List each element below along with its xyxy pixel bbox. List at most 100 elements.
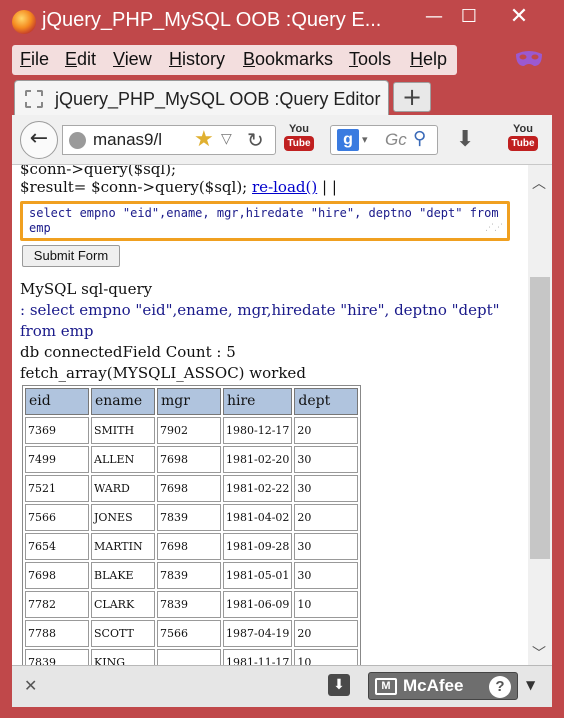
query-text[interactable]: select empno "eid",ename, mgr,hiredate "…: [29, 206, 499, 235]
query-textarea[interactable]: select empno "eid",ename, mgr,hiredate "…: [20, 201, 510, 241]
back-button[interactable]: ←: [20, 121, 58, 159]
table-cell-mgr: 7839: [157, 591, 221, 618]
download-icon[interactable]: ⬇: [456, 127, 474, 152]
submit-form-button[interactable]: Submit Form: [22, 245, 120, 267]
reload-icon[interactable]: ↻: [247, 128, 264, 152]
table-cell-mgr: 7698: [157, 533, 221, 560]
tab-active[interactable]: jQuery_PHP_MySQL OOB :Query Editor: [14, 80, 389, 116]
menu-history[interactable]: History: [169, 49, 225, 70]
navigation-toolbar: ← manas9/l ★ ▽ ↻ You Tube g ▾ Gc ⚲ ⬇ You…: [12, 115, 552, 165]
table-cell-ename: KING: [91, 649, 155, 665]
table-cell-eid: 7654: [25, 533, 89, 560]
youtube-icon[interactable]: You Tube: [284, 123, 314, 157]
table-row: 7654 MARTIN 7698 1981-09-28 30: [25, 533, 359, 560]
table-row: 7566 JONES 7839 1981-04-02 20: [25, 504, 359, 531]
menu-edit[interactable]: Edit: [65, 49, 96, 70]
reload-link[interactable]: re-load(): [252, 178, 317, 196]
page-content: $conn->query($sql); $result= $conn->quer…: [12, 165, 552, 665]
resize-grip-icon[interactable]: ⋰⋰: [485, 221, 503, 236]
result-suffix: | |: [322, 178, 337, 196]
title-bar: jQuery_PHP_MySQL OOB :Query E... — ☐ ✕: [0, 0, 564, 40]
youtube-icon[interactable]: You Tube: [508, 123, 538, 157]
menu-file[interactable]: File: [20, 49, 49, 70]
table-row: 7521 WARD 7698 1981-02-22 30: [25, 475, 359, 502]
firefox-logo-icon: [12, 10, 36, 34]
table-cell-dept: 20: [294, 620, 359, 647]
youtube-top-label: You: [513, 123, 533, 135]
vertical-scrollbar[interactable]: ︿ ﹀: [528, 165, 552, 665]
private-browsing-mask-icon: [516, 51, 542, 66]
maximize-button[interactable]: ☐: [455, 6, 483, 28]
table-cell-dept: 30: [294, 562, 359, 589]
table-cell-dept: 20: [294, 504, 359, 531]
column-header: eid: [25, 388, 89, 415]
table-cell-ename: ALLEN: [91, 446, 155, 473]
mcafee-button[interactable]: M McAfee ?: [368, 672, 518, 700]
table-cell-dept: 30: [294, 533, 359, 560]
bookmark-star-icon[interactable]: ★: [194, 127, 214, 152]
menu-view[interactable]: View: [113, 49, 152, 70]
field-count-status: db connectedField Count : 5: [20, 343, 236, 361]
download-icon[interactable]: ⬇: [328, 674, 350, 696]
table-cell-eid: 7782: [25, 591, 89, 618]
search-bar[interactable]: g ▾ Gc ⚲: [330, 125, 438, 155]
table-cell-eid: 7499: [25, 446, 89, 473]
google-icon[interactable]: g: [337, 129, 359, 151]
column-header: mgr: [157, 388, 221, 415]
close-addon-bar-icon[interactable]: ✕: [24, 676, 37, 695]
table-cell-ename: MARTIN: [91, 533, 155, 560]
scrollbar-thumb[interactable]: [530, 277, 550, 559]
scroll-up-icon[interactable]: ︿: [532, 173, 546, 193]
table-cell-mgr: 7902: [157, 417, 221, 444]
tab-title: jQuery_PHP_MySQL OOB :Query Editor: [55, 89, 381, 109]
sql-query-echo: : select empno "eid",ename, mgr,hiredate…: [20, 301, 500, 340]
table-row: 7499 ALLEN 7698 1981-02-20 30: [25, 446, 359, 473]
column-header: hire: [223, 388, 293, 415]
addon-dropdown-icon[interactable]: ▼: [526, 678, 535, 692]
table-cell-dept: 30: [294, 475, 359, 502]
globe-icon: [69, 132, 86, 149]
search-input[interactable]: Gc: [385, 130, 407, 150]
url-bar[interactable]: manas9/l ★ ▽ ↻: [62, 125, 276, 155]
table-row: 7839 KING 1981-11-17 10: [25, 649, 359, 665]
results-table: eid ename mgr hire dept 7369 SMITH 7902 198…: [22, 385, 362, 665]
scroll-down-icon[interactable]: ﹀: [532, 643, 546, 663]
youtube-bottom-label: Tube: [284, 136, 314, 151]
table-cell-hire: 1987-04-19: [223, 620, 293, 647]
table-cell-dept: 10: [294, 649, 359, 665]
menu-help[interactable]: Help: [410, 49, 447, 70]
minimize-button[interactable]: —: [420, 6, 448, 28]
table-row: 7782 CLARK 7839 1981-06-09 10: [25, 591, 359, 618]
table-cell-hire: 1981-04-02: [223, 504, 293, 531]
table-cell-ename: JONES: [91, 504, 155, 531]
close-window-button[interactable]: ✕: [505, 6, 533, 28]
table-cell-mgr: 7566: [157, 620, 221, 647]
table-cell-eid: 7839: [25, 649, 89, 665]
table-cell-dept: 20: [294, 417, 359, 444]
search-engine-dropdown-icon[interactable]: ▾: [362, 133, 368, 146]
table-cell-dept: 30: [294, 446, 359, 473]
table-cell-eid: 7369: [25, 417, 89, 444]
addon-bar: ✕ ⬇ M McAfee ? ▼: [12, 665, 552, 707]
search-icon[interactable]: ⚲: [413, 128, 426, 149]
menu-bookmarks[interactable]: Bookmarks: [243, 49, 333, 70]
menu-bar: File Edit View History Bookmarks Tools H…: [12, 45, 457, 75]
fetch-status: fetch_array(MYSQLI_ASSOC) worked: [20, 364, 306, 382]
table-cell-eid: 7788: [25, 620, 89, 647]
new-tab-button[interactable]: +: [393, 82, 431, 112]
youtube-bottom-label: Tube: [508, 136, 538, 151]
table-cell-mgr: [157, 649, 221, 665]
result-prefix: $result= $conn->query($sql);: [20, 178, 248, 196]
history-dropdown-icon[interactable]: ▽: [221, 131, 232, 147]
url-text[interactable]: manas9/l: [93, 130, 162, 150]
help-icon[interactable]: ?: [489, 676, 511, 698]
menu-tools[interactable]: Tools: [349, 49, 391, 70]
table-row: 7698 BLAKE 7839 1981-05-01 30: [25, 562, 359, 589]
table-cell-eid: 7566: [25, 504, 89, 531]
table-header-row: eid ename mgr hire dept: [25, 388, 359, 415]
table-cell-mgr: 7839: [157, 504, 221, 531]
table-cell-hire: 1981-11-17: [223, 649, 293, 665]
table-cell-eid: 7698: [25, 562, 89, 589]
table-cell-ename: SCOTT: [91, 620, 155, 647]
table-cell-ename: BLAKE: [91, 562, 155, 589]
